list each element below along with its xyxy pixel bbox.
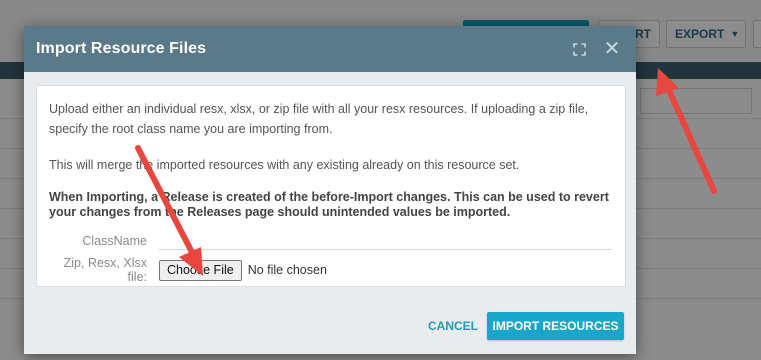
import-resource-files-dialog: Import Resource Files ✕ Upload either an… <box>24 26 636 354</box>
file-status: No file chosen <box>247 263 327 277</box>
expand-icon[interactable] <box>569 39 589 59</box>
classname-input[interactable] <box>159 232 612 250</box>
close-icon[interactable]: ✕ <box>602 39 622 59</box>
release-note-paragraph: When Importing, a Release is created of … <box>49 190 609 219</box>
instructions-paragraph: Upload either an individual resx, xlsx, … <box>49 102 589 136</box>
classname-row: ClassName <box>49 232 612 250</box>
dialog-title: Import Resource Files <box>36 40 207 57</box>
choose-file-button[interactable]: Choose File <box>159 259 242 281</box>
file-label: Zip, Resx, Xlsx file: <box>63 256 147 284</box>
classname-label: ClassName <box>82 234 147 248</box>
dialog-header: Import Resource Files ✕ <box>24 26 636 72</box>
cancel-button[interactable]: CANCEL <box>418 313 488 339</box>
dialog-footer: CANCEL IMPORT RESOURCES <box>24 298 636 354</box>
file-row: Zip, Resx, Xlsx file: Choose File No fil… <box>49 256 612 284</box>
dialog-body: Upload either an individual resx, xlsx, … <box>36 85 626 287</box>
import-resources-button[interactable]: IMPORT RESOURCES <box>487 312 624 340</box>
merge-note-paragraph: This will merge the imported resources w… <box>49 158 520 172</box>
